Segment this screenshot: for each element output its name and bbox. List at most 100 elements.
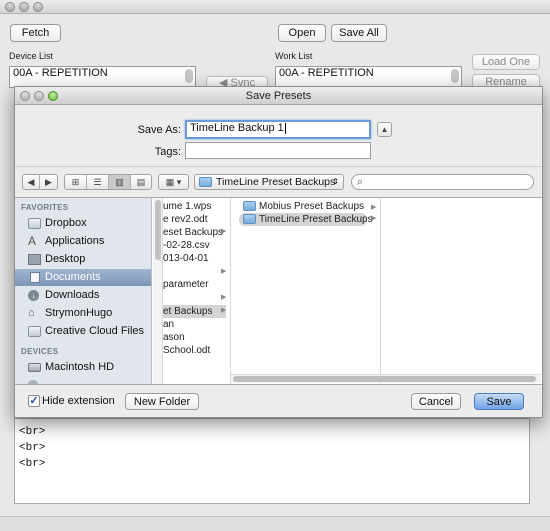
sidebar-scrollbar[interactable] xyxy=(153,198,163,384)
sidebar-item-documents[interactable]: Documents xyxy=(15,269,151,286)
disclosure-arrow-icon: ▶ xyxy=(221,228,227,235)
load-one-button[interactable]: Load One xyxy=(472,54,540,70)
cover-flow-icon[interactable]: ▤ xyxy=(131,175,151,189)
list-item[interactable]: eset Backups xyxy=(163,226,223,239)
location-label: TimeLine Preset Backups xyxy=(216,176,336,188)
list-item-selected[interactable]: TimeLine Preset Backups xyxy=(239,213,373,226)
disclosure-arrow-icon: ▶ xyxy=(371,204,377,211)
text-area[interactable]: <br> <br> <br> xyxy=(14,418,530,504)
desktop-icon xyxy=(28,254,41,265)
checkmark-icon: ✓ xyxy=(29,395,39,407)
sidebar-item-creative-cloud-files[interactable]: Creative Cloud Files xyxy=(15,323,151,340)
favorites-header: FAVORITES xyxy=(21,203,69,212)
file-column-3 xyxy=(381,198,541,384)
search-icon: ⌕ xyxy=(357,176,364,188)
work-list-scrollbar[interactable] xyxy=(451,69,459,83)
scroll-thumb[interactable] xyxy=(155,200,161,260)
tags-label: Tags: xyxy=(154,146,181,158)
sidebar-item-label: Creative Cloud Files xyxy=(45,325,145,337)
hide-extension-label: Hide extension xyxy=(42,395,115,407)
folder-icon xyxy=(199,177,212,187)
list-item[interactable]: 00A - REPETITION xyxy=(276,67,461,80)
dialog-title: Save Presets xyxy=(15,87,542,105)
folder-icon xyxy=(28,326,41,337)
list-item[interactable]: parameter xyxy=(163,278,209,291)
zoom-window-icon[interactable] xyxy=(33,2,43,12)
minimize-window-icon[interactable] xyxy=(19,2,29,12)
list-item[interactable]: ason xyxy=(163,331,185,344)
arrange-menu[interactable]: ▦ ▾ xyxy=(158,174,189,190)
back-arrow-icon[interactable]: ◀ xyxy=(23,175,40,189)
sidebar: FAVORITES Dropbox A Applications Desktop… xyxy=(15,198,152,384)
save-as-input[interactable]: TimeLine Backup 1 xyxy=(185,120,371,139)
sidebar-item-desktop[interactable]: Desktop xyxy=(15,251,151,268)
downloads-icon: ↓ xyxy=(28,290,39,301)
cancel-button[interactable]: Cancel xyxy=(411,393,461,410)
folder-icon xyxy=(243,201,256,211)
back-forward-control[interactable]: ◀ ▶ xyxy=(22,174,58,190)
view-mode-control[interactable]: ⊞ ☰ ▥ ▤ xyxy=(64,174,152,190)
icon-view-icon[interactable]: ⊞ xyxy=(65,175,87,189)
chevron-up-icon: ▲ xyxy=(380,125,389,134)
close-window-icon[interactable] xyxy=(5,2,15,12)
sidebar-item-macintosh-hd[interactable]: Macintosh HD xyxy=(15,359,151,376)
dialog-close-icon[interactable] xyxy=(20,91,30,101)
work-list[interactable]: 00A - REPETITION xyxy=(275,66,462,88)
dialog-minimize-icon[interactable] xyxy=(34,91,44,101)
hide-extension-checkbox[interactable]: ✓ xyxy=(28,395,40,407)
main-bottom-bar xyxy=(0,516,550,531)
list-item[interactable]: 00A - REPETITION xyxy=(10,67,195,80)
documents-icon xyxy=(30,272,40,283)
device-list-label: Device List xyxy=(9,51,54,61)
search-input[interactable]: ⌕ xyxy=(351,174,534,190)
sidebar-item-strymonhugo[interactable]: ⌂ StrymonHugo xyxy=(15,305,151,322)
sidebar-item-label: Desktop xyxy=(45,253,86,265)
dialog-zoom-icon[interactable] xyxy=(48,91,58,101)
scroll-thumb[interactable] xyxy=(233,376,536,382)
new-folder-button[interactable]: New Folder xyxy=(125,393,199,410)
device-list-scrollbar[interactable] xyxy=(185,69,193,83)
disclosure-arrow-icon: ▶ xyxy=(221,294,227,301)
list-item[interactable]: ume 1.wps xyxy=(163,200,211,213)
tags-input[interactable] xyxy=(185,142,371,159)
file-column-2: Mobius Preset Backups ▶ TimeLine Preset … xyxy=(231,198,381,384)
sidebar-item-partial xyxy=(15,377,151,384)
forward-arrow-icon[interactable]: ▶ xyxy=(40,175,57,189)
column-view-icon[interactable]: ▥ xyxy=(109,175,131,189)
list-item[interactable]: an xyxy=(163,318,174,331)
popup-arrows-icon: ⇕ xyxy=(332,177,339,186)
main-titlebar xyxy=(0,0,550,14)
disk-icon xyxy=(28,363,41,372)
sidebar-item-applications[interactable]: A Applications xyxy=(15,233,151,250)
fetch-button[interactable]: Fetch xyxy=(10,24,61,42)
list-item[interactable]: -02-28.csv xyxy=(163,239,210,252)
list-view-icon[interactable]: ☰ xyxy=(87,175,109,189)
save-all-button[interactable]: Save All xyxy=(331,24,387,42)
home-icon: ⌂ xyxy=(28,307,35,319)
list-item[interactable]: 013-04-01 xyxy=(163,252,209,265)
text-line: <br> xyxy=(19,426,46,438)
sidebar-item-label: Dropbox xyxy=(45,217,87,229)
sidebar-item-label: Macintosh HD xyxy=(45,361,115,373)
sidebar-item-dropbox[interactable]: Dropbox xyxy=(15,215,151,232)
expand-dialog-button[interactable]: ▲ xyxy=(377,122,392,137)
save-presets-dialog: Save Presets Save As: TimeLine Backup 1 … xyxy=(14,86,543,418)
sidebar-item-downloads[interactable]: ↓ Downloads xyxy=(15,287,151,304)
file-column-1: ume 1.wps e rev2.odt eset Backups ▶ -02-… xyxy=(163,198,231,384)
disclosure-arrow-icon: ▶ xyxy=(221,307,227,314)
disclosure-arrow-icon: ▶ xyxy=(221,268,227,275)
list-item[interactable]: School.odt xyxy=(163,344,210,357)
open-button[interactable]: Open xyxy=(278,24,326,42)
save-button[interactable]: Save xyxy=(474,393,524,410)
devices-header: DEVICES xyxy=(21,347,59,356)
list-item-selected[interactable]: et Backups xyxy=(163,305,226,318)
text-caret xyxy=(284,122,286,134)
list-item[interactable]: Mobius Preset Backups ▶ xyxy=(239,200,377,213)
list-item[interactable]: e rev2.odt xyxy=(163,213,207,226)
file-browser: FAVORITES Dropbox A Applications Desktop… xyxy=(15,197,542,385)
device-list[interactable]: 00A - REPETITION xyxy=(9,66,196,88)
applications-icon: A xyxy=(28,234,37,248)
location-popup[interactable]: TimeLine Preset Backups ⇕ xyxy=(194,174,344,190)
horizontal-scrollbar[interactable] xyxy=(231,374,541,383)
disk-icon xyxy=(28,380,38,384)
